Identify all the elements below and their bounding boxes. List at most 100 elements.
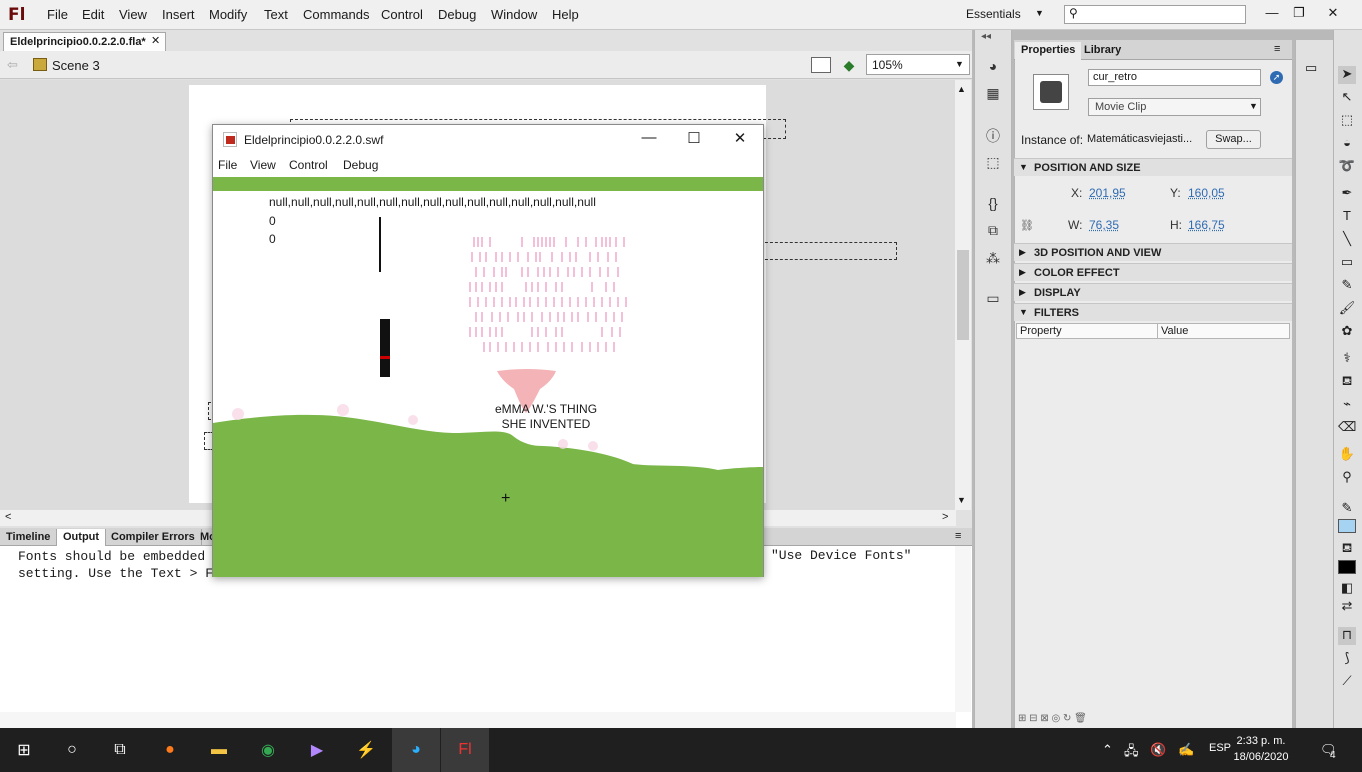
section-position-size[interactable]: POSITION AND SIZE — [1014, 158, 1292, 176]
language-indicator[interactable]: ESP — [1209, 742, 1231, 754]
menu-debug[interactable]: Debug — [438, 7, 476, 22]
network-icon[interactable]: 🖧 — [1124, 742, 1139, 764]
eyedropper-tool-icon[interactable]: ⌁ — [1338, 396, 1356, 414]
selection-tool-icon[interactable]: ➤ — [1338, 66, 1356, 84]
section-3d-position[interactable]: 3D POSITION AND VIEW — [1014, 243, 1292, 261]
scroll-down-icon[interactable]: ▼ — [957, 495, 966, 505]
fill-color-icon[interactable]: ⛾ — [1338, 540, 1356, 558]
components-icon[interactable]: ⧉ — [983, 222, 1003, 240]
tab-library[interactable]: Library — [1078, 42, 1127, 60]
swf-menu-debug[interactable]: Debug — [343, 158, 378, 172]
menu-file[interactable]: File — [47, 7, 68, 22]
subselection-tool-icon[interactable]: ↖ — [1338, 89, 1356, 107]
search-icon[interactable]: ○ — [48, 728, 96, 772]
chrome-icon[interactable]: ◉ — [244, 728, 292, 772]
chevron-down-icon[interactable]: ▼ — [1019, 162, 1028, 172]
menu-text[interactable]: Text — [264, 7, 288, 22]
tab-timeline[interactable]: Timeline — [0, 529, 58, 546]
transform-icon[interactable]: ⬚ — [983, 154, 1003, 172]
chevron-right-icon[interactable]: ▶ — [1019, 247, 1026, 258]
menu-window[interactable]: Window — [491, 7, 537, 22]
swf-close-button[interactable]: ✕ — [725, 129, 755, 147]
code-snippets-icon[interactable]: {} — [983, 195, 1003, 213]
swf-menu-control[interactable]: Control — [289, 158, 328, 172]
zoom-tool-icon[interactable]: ⚲ — [1338, 469, 1356, 487]
free-transform-icon[interactable]: ⬚ — [1338, 112, 1356, 130]
tab-properties[interactable]: Properties — [1015, 42, 1082, 60]
edge-icon[interactable]: ◕ — [392, 728, 440, 772]
edit-scene-icon[interactable] — [811, 57, 831, 73]
section-color-effect[interactable]: COLOR EFFECT — [1014, 263, 1292, 281]
menu-control[interactable]: Control — [381, 7, 423, 22]
firefox-icon[interactable]: ● — [146, 728, 194, 772]
x-value[interactable]: 201,95 — [1089, 186, 1126, 200]
pen-icon[interactable]: ✍ — [1178, 742, 1194, 758]
smooth-icon[interactable]: ⟆ — [1338, 650, 1356, 668]
swap-button[interactable]: Swap... — [1206, 130, 1261, 149]
menu-edit[interactable]: Edit — [82, 7, 104, 22]
restore-button[interactable]: ❐ — [1286, 2, 1312, 24]
hand-tool-icon[interactable]: ✋ — [1338, 446, 1356, 464]
taskbar-clock[interactable]: 2:33 p. m. 18/06/2020 — [1233, 733, 1289, 765]
link-icon[interactable]: ➚ — [1270, 71, 1283, 84]
deco-tool-icon[interactable]: ✿ — [1338, 323, 1356, 341]
3d-rotation-icon[interactable]: ◒ — [1338, 135, 1356, 153]
brush-tool-icon[interactable]: 🖌 — [1338, 300, 1356, 318]
media-player-icon[interactable]: ▶ — [293, 728, 341, 772]
edit-symbols-icon[interactable]: ◆ — [839, 57, 859, 73]
panel-menu-icon[interactable]: ≡ — [955, 530, 961, 542]
scroll-thumb[interactable] — [957, 250, 969, 340]
collapse-icon[interactable]: ◂◂ — [981, 31, 991, 42]
symbol-type-select[interactable]: Movie Clip — [1088, 98, 1261, 116]
output-horizontal-scrollbar[interactable] — [0, 712, 956, 728]
menu-view[interactable]: View — [119, 7, 147, 22]
text-tool-icon[interactable]: T — [1338, 208, 1356, 226]
line-tool-icon[interactable]: ╲ — [1338, 231, 1356, 249]
close-button[interactable]: ✕ — [1320, 2, 1346, 24]
lock-proportions-icon[interactable]: ⛓ — [1020, 219, 1034, 232]
tray-chevron-up-icon[interactable]: ⌃ — [1102, 742, 1113, 758]
bone-tool-icon[interactable]: ⚕ — [1338, 350, 1356, 368]
lasso-tool-icon[interactable]: ➰ — [1338, 158, 1356, 176]
task-view-icon[interactable]: ⧉ — [96, 728, 144, 772]
menu-insert[interactable]: Insert — [162, 7, 195, 22]
tab-output[interactable]: Output — [57, 529, 107, 546]
black-white-icon[interactable]: ◧ — [1338, 580, 1356, 598]
workspace-switcher[interactable]: Essentials — [966, 7, 1021, 21]
scroll-left-icon[interactable]: < — [5, 511, 11, 523]
instance-name-input[interactable]: cur_retro — [1088, 69, 1261, 86]
chevron-down-icon[interactable]: ▼ — [1019, 307, 1028, 317]
y-value[interactable]: 160,05 — [1188, 186, 1225, 200]
help-search-input[interactable] — [1064, 5, 1246, 24]
h-value[interactable]: 166,75 — [1188, 218, 1225, 232]
stage-symbol-outline[interactable] — [760, 242, 897, 260]
tab-compiler-errors[interactable]: Compiler Errors — [105, 529, 202, 546]
chevron-down-icon[interactable]: ▼ — [1035, 8, 1044, 18]
back-arrow-icon[interactable]: ⇦ — [7, 57, 18, 73]
app-icon[interactable]: ⚡ — [342, 728, 390, 772]
swatches-grid-icon[interactable]: ▦ — [983, 85, 1003, 103]
info-icon[interactable]: ⓘ — [983, 126, 1003, 144]
volume-muted-icon[interactable]: 🔇 — [1150, 742, 1166, 758]
swf-menu-view[interactable]: View — [250, 158, 276, 172]
close-icon[interactable]: ✕ — [151, 34, 160, 47]
paint-bucket-icon[interactable]: ⛾ — [1338, 373, 1356, 391]
chevron-down-icon[interactable]: ▼ — [955, 59, 964, 69]
panel-collapse-icon[interactable]: ▭ — [1305, 60, 1317, 76]
swap-colors-icon[interactable]: ⇄ — [1338, 598, 1356, 616]
pen-tool-icon[interactable]: ✒ — [1338, 185, 1356, 203]
chevron-right-icon[interactable]: ▶ — [1019, 267, 1026, 278]
menu-help[interactable]: Help — [552, 7, 579, 22]
swf-menu-file[interactable]: File — [218, 158, 237, 172]
pencil-tool-icon[interactable]: ✎ — [1338, 277, 1356, 295]
output-vertical-scrollbar[interactable] — [955, 546, 971, 712]
scroll-up-icon[interactable]: ▲ — [957, 84, 966, 94]
eraser-tool-icon[interactable]: ⌫ — [1338, 419, 1356, 437]
motion-presets-icon[interactable]: ⁂ — [983, 250, 1003, 268]
file-explorer-icon[interactable]: ▬ — [195, 728, 243, 772]
stroke-color-icon[interactable]: ✎ — [1338, 500, 1356, 518]
chevron-down-icon[interactable]: ▼ — [1249, 101, 1258, 111]
project-icon[interactable]: ▭ — [983, 290, 1003, 308]
rectangle-tool-icon[interactable]: ▭ — [1338, 254, 1356, 272]
scene-label[interactable]: Scene 3 — [52, 58, 100, 73]
